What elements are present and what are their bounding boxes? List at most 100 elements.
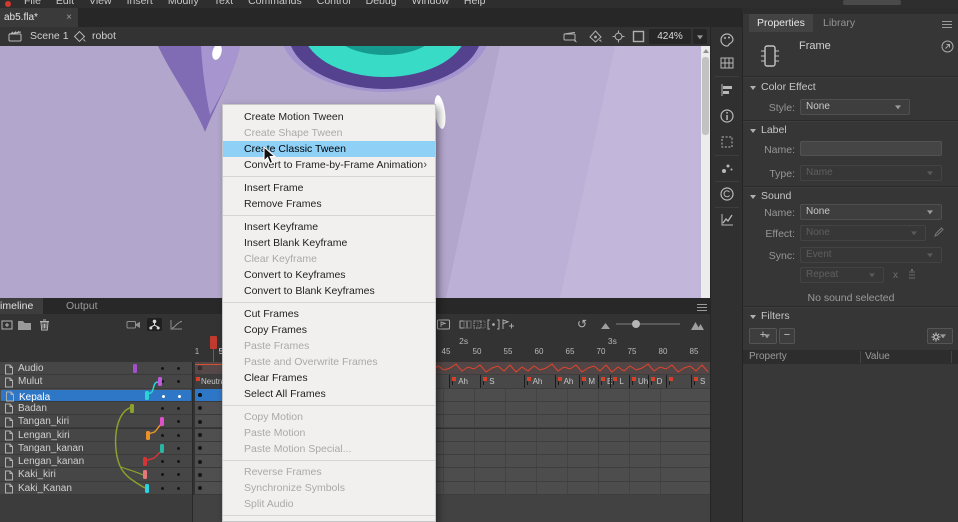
camera-icon[interactable]: [126, 318, 141, 331]
circle-arrow-icon[interactable]: [941, 40, 954, 53]
parenting-chip[interactable]: [145, 484, 149, 493]
menu-item-copy-motion[interactable]: Copy Motion: [223, 409, 435, 425]
menu-item-paste-motion[interactable]: Paste Motion: [223, 425, 435, 441]
menu-item-convert-to-frame-by-frame-animation[interactable]: Convert to Frame-by-Frame Animation›: [223, 157, 435, 173]
section-sound[interactable]: Sound: [761, 190, 791, 202]
menu-edit[interactable]: Edit: [56, 0, 74, 8]
menu-item-split-audio[interactable]: Split Audio: [223, 496, 435, 512]
label-name-input[interactable]: [800, 141, 942, 156]
menu-view[interactable]: View: [89, 0, 112, 8]
menu-item-clear-keyframe[interactable]: Clear Keyframe: [223, 251, 435, 267]
parenting-chip[interactable]: [145, 391, 149, 400]
zoom-in-frames-icon[interactable]: [690, 318, 705, 331]
parenting-chip[interactable]: [143, 470, 147, 479]
align-panel-icon[interactable]: [719, 82, 735, 98]
menu-item-synchronize-symbols[interactable]: Synchronize Symbols: [223, 480, 435, 496]
center-frame-icon[interactable]: [611, 30, 626, 43]
sound-name-select[interactable]: None: [800, 204, 942, 220]
frame-sliver[interactable]: [195, 415, 222, 428]
menu-item-paste-motion-special[interactable]: Paste Motion Special...: [223, 441, 435, 457]
parenting-view-icon[interactable]: [147, 318, 162, 331]
scroll-up-icon[interactable]: [703, 49, 709, 53]
transform-panel-icon[interactable]: [719, 134, 735, 150]
menu-help[interactable]: Help: [464, 0, 486, 8]
history-panel-icon[interactable]: [719, 212, 735, 228]
modify-markers-icon[interactable]: [500, 318, 515, 331]
timeline-zoom-slider[interactable]: [616, 323, 680, 325]
menu-item-cut-frames[interactable]: Cut Frames: [223, 306, 435, 322]
frame-sliver[interactable]: Neutral: [195, 375, 222, 388]
menu-item-clear-frames[interactable]: Clear Frames: [223, 370, 435, 386]
menu-item-create-motion-tween[interactable]: Create Motion Tween: [223, 109, 435, 125]
color-panel-icon[interactable]: [719, 32, 735, 48]
menu-item-insert-frame[interactable]: Insert Frame: [223, 180, 435, 196]
delete-layer-icon[interactable]: [37, 318, 52, 331]
add-filter-button[interactable]: +: [749, 328, 777, 344]
onion-outlines-icon[interactable]: [472, 318, 487, 331]
scrollbar-thumb[interactable]: [702, 57, 709, 135]
new-layer-icon[interactable]: [0, 318, 15, 331]
breadcrumb-scene[interactable]: Scene 1: [30, 30, 69, 42]
parenting-chip[interactable]: [160, 417, 164, 426]
timeline-menu-icon[interactable]: [697, 302, 707, 310]
close-tab-icon[interactable]: ×: [66, 8, 72, 27]
edit-multiple-frames-icon[interactable]: [486, 318, 501, 331]
menu-file[interactable]: File: [24, 0, 41, 8]
insert-marker-icon[interactable]: [436, 318, 451, 331]
tab-properties[interactable]: Properties: [749, 14, 813, 32]
parenting-chip[interactable]: [143, 457, 147, 466]
menu-debug[interactable]: Debug: [366, 0, 397, 8]
brushes-panel-icon[interactable]: [719, 160, 735, 176]
loop-playback-icon[interactable]: ↺: [577, 317, 587, 331]
parenting-chip[interactable]: [133, 364, 137, 373]
viseme-keyframe[interactable]: Ah: [524, 375, 554, 387]
zoom-slider-knob[interactable]: [632, 320, 640, 328]
viseme-keyframe[interactable]: Ah: [449, 375, 479, 387]
parenting-chip[interactable]: [158, 377, 162, 386]
menu-item-reverse-frames[interactable]: Reverse Frames: [223, 464, 435, 480]
parenting-chip[interactable]: [146, 431, 150, 440]
workspace-switcher[interactable]: [843, 0, 901, 5]
graph-editor-icon[interactable]: [169, 318, 184, 331]
menu-text[interactable]: Text: [214, 0, 233, 8]
zoom-out-frames-icon[interactable]: [598, 318, 613, 331]
menu-item-select-all-frames[interactable]: Select All Frames: [223, 386, 435, 402]
menu-item-copy-frames[interactable]: Copy Frames: [223, 322, 435, 338]
cc-libraries-panel-icon[interactable]: [719, 186, 735, 202]
tab-library[interactable]: Library: [815, 14, 863, 32]
menu-commands[interactable]: Commands: [248, 0, 302, 8]
new-folder-icon[interactable]: [17, 318, 32, 331]
zoom-level-value[interactable]: 424%: [649, 29, 691, 44]
remove-filter-button[interactable]: −: [779, 328, 795, 344]
filter-options-button[interactable]: [927, 328, 953, 344]
style-select[interactable]: None: [800, 99, 910, 115]
zoom-dropdown-button[interactable]: [693, 29, 707, 44]
frame-sliver[interactable]: [195, 389, 222, 402]
tab-output[interactable]: Output: [56, 298, 108, 314]
frame-sliver[interactable]: [195, 482, 222, 495]
frame-sliver[interactable]: [195, 455, 222, 468]
onion-skin-icon[interactable]: [458, 318, 473, 331]
stage-vertical-scrollbar[interactable]: [701, 46, 710, 298]
breadcrumb-symbol[interactable]: robot: [92, 30, 116, 42]
document-tab[interactable]: ab5.fla* ×: [0, 8, 78, 27]
menu-item-remove-frames[interactable]: Remove Frames: [223, 196, 435, 212]
edit-scene-icon[interactable]: [563, 30, 578, 43]
menu-modify[interactable]: Modify: [168, 0, 199, 8]
menu-item-insert-blank-keyframe[interactable]: Insert Blank Keyframe: [223, 235, 435, 251]
parenting-chip[interactable]: [160, 444, 164, 453]
menu-item-convert-to-keyframes[interactable]: Convert to Keyframes: [223, 267, 435, 283]
section-filters[interactable]: Filters: [761, 310, 790, 322]
parenting-chip[interactable]: [130, 404, 134, 413]
viseme-keyframe[interactable]: S: [480, 375, 510, 387]
frame-sliver[interactable]: [195, 429, 222, 442]
panel-menu-icon[interactable]: [942, 19, 952, 27]
frame-sliver[interactable]: [195, 402, 222, 415]
menu-item-insert-keyframe[interactable]: Insert Keyframe: [223, 219, 435, 235]
clip-content-icon[interactable]: [631, 30, 646, 43]
menu-insert[interactable]: Insert: [127, 0, 153, 8]
frame-sliver[interactable]: [195, 362, 222, 375]
frame-sliver[interactable]: [195, 442, 222, 455]
menu-item-paste-frames[interactable]: Paste Frames: [223, 338, 435, 354]
menu-item-create-shape-tween[interactable]: Create Shape Tween: [223, 125, 435, 141]
